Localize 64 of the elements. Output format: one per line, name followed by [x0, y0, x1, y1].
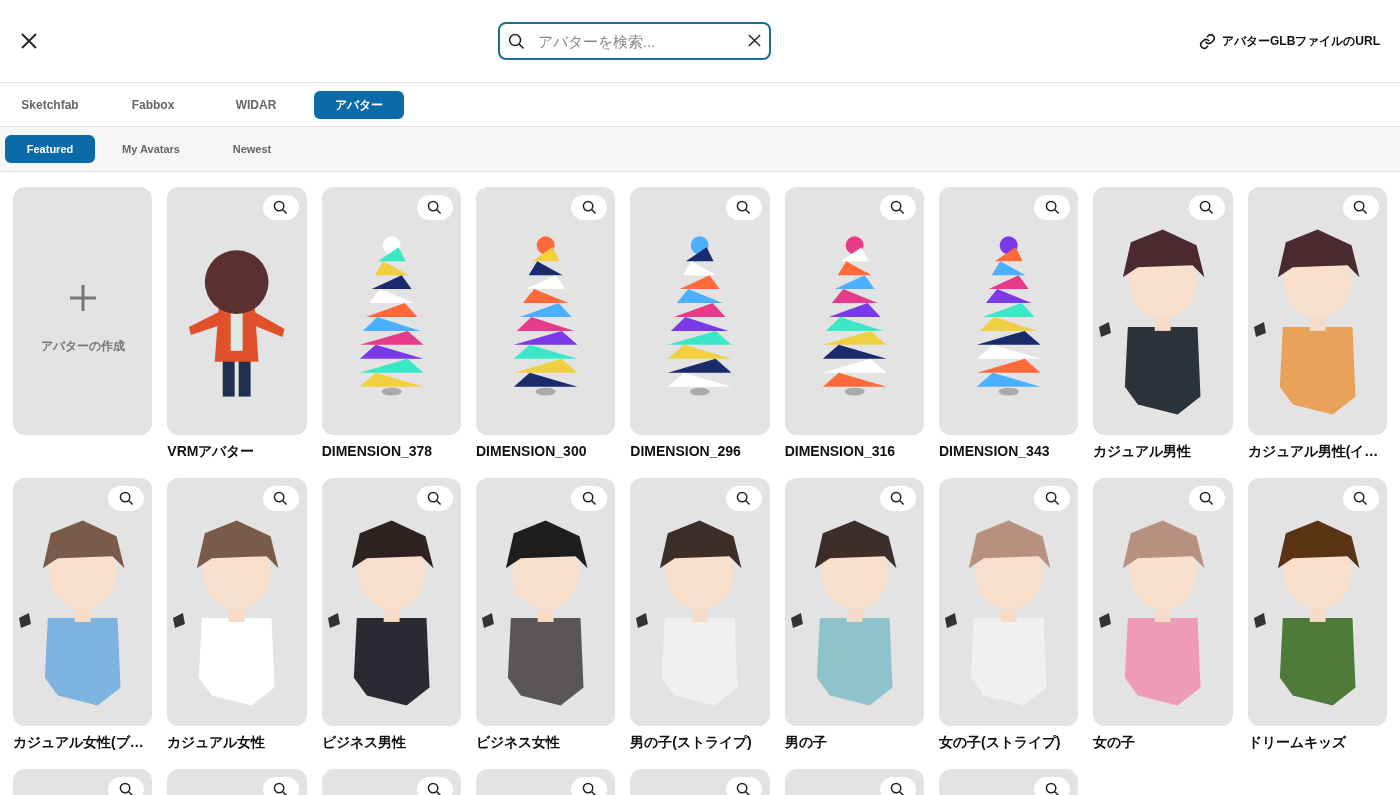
avatar-name: DIMENSION_300 [476, 442, 588, 461]
search-icon [1044, 200, 1060, 215]
search-icon [581, 200, 597, 215]
preview-button[interactable] [108, 777, 145, 795]
search-icon [1199, 491, 1215, 506]
search-icon [427, 782, 443, 795]
filter-tab[interactable]: Featured [5, 135, 95, 163]
source-tab[interactable]: WIDAR [211, 90, 301, 119]
avatar-name: DIMENSION_296 [630, 442, 742, 461]
avatar-name: ビジネス男性 [321, 733, 407, 752]
avatar-name: カジュアル男性 [1093, 442, 1193, 461]
avatar-name: カジュアル女性(ブ… [13, 733, 145, 752]
avatar-name: 女の子 [1093, 733, 1137, 752]
search-icon [890, 491, 906, 506]
avatar-name: DIMENSION_343 [939, 442, 1051, 461]
avatar-name: ビジネス女性 [476, 733, 561, 752]
search-icon [118, 782, 134, 795]
search-icon [890, 200, 906, 215]
search-icon [1353, 200, 1369, 215]
search-icon [427, 491, 443, 506]
search-icon [1044, 491, 1060, 506]
glb-url-link[interactable]: アバターGLBファイルのURL [1199, 32, 1380, 50]
preview-button[interactable] [571, 777, 608, 795]
search-icon [273, 491, 289, 506]
source-tab[interactable]: Sketchfab [5, 90, 95, 119]
search-icon [118, 491, 134, 506]
preview-button[interactable] [880, 777, 916, 795]
search-icon [427, 200, 443, 215]
search-icon [273, 200, 289, 215]
avatar-name: ドリームキッズ [1247, 733, 1348, 752]
plus-icon [67, 283, 98, 313]
avatar-name: 女の子(ストライプ) [939, 733, 1062, 752]
preview-button[interactable] [262, 777, 299, 795]
avatar-name: カジュアル男性(イ… [1247, 442, 1380, 461]
preview-button[interactable] [725, 777, 762, 795]
avatar-name: 男の子(ストライプ) [630, 733, 753, 752]
search-icon [581, 491, 597, 506]
preview-button[interactable] [417, 777, 453, 795]
avatar-name: DIMENSION_316 [784, 442, 897, 461]
search-icon [508, 33, 525, 50]
avatar-name: 男の子 [784, 733, 828, 752]
clear-icon[interactable] [748, 34, 761, 47]
search-icon [1044, 782, 1060, 795]
close-icon [20, 32, 38, 50]
avatar-name: DIMENSION_378 [321, 442, 434, 461]
preview-button[interactable] [1034, 777, 1071, 795]
source-tab[interactable]: アバター [314, 90, 404, 119]
filter-tab[interactable]: My Avatars [106, 135, 196, 163]
search-icon [736, 491, 752, 506]
source-tab[interactable]: Fabbox [108, 90, 198, 119]
search-field[interactable]: アバターを検索... [498, 22, 771, 60]
link-icon [1199, 32, 1216, 50]
avatar-name: VRMアバター [167, 442, 256, 461]
search-icon [890, 782, 906, 795]
search-icon [273, 782, 289, 795]
close-button[interactable] [20, 32, 38, 50]
avatar-name: カジュアル女性 [167, 733, 267, 752]
search-icon [736, 782, 752, 795]
search-icon [581, 782, 597, 795]
search-icon [1199, 200, 1215, 215]
search-icon [1353, 491, 1369, 506]
create-avatar-card[interactable]: アバターの作成 [13, 187, 153, 435]
search-icon [736, 200, 752, 215]
filter-tab[interactable]: Newest [207, 135, 297, 163]
